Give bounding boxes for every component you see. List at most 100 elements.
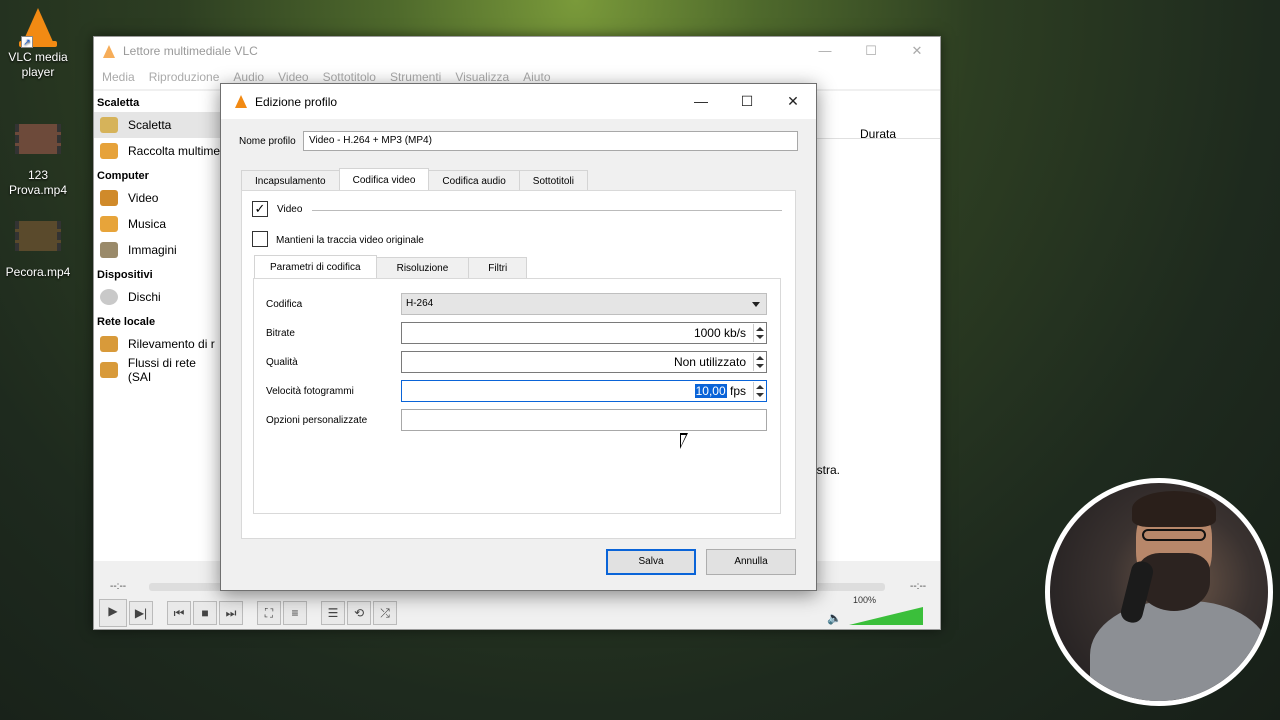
sidebar-item-label: Dischi	[128, 290, 161, 304]
desktop-icon-label: 123	[27, 168, 49, 182]
subtab-filtri[interactable]: Filtri	[468, 257, 528, 278]
playlist-hint-text: istra.	[814, 463, 841, 477]
play-icon[interactable]: ▶	[99, 599, 127, 627]
spin-arrows-icon[interactable]	[753, 353, 765, 371]
tab-codifica-video[interactable]: Codifica video	[338, 168, 430, 191]
quality-value: Non utilizzato	[673, 355, 746, 369]
equalizer-icon[interactable]: ≡	[283, 601, 307, 625]
minimize-icon[interactable]: —	[678, 84, 724, 119]
codifica-video-panel: ✓ Video Mantieni la traccia video origin…	[241, 190, 796, 539]
save-button[interactable]: Salva	[606, 549, 696, 575]
group-divider	[312, 210, 782, 211]
maximize-icon[interactable]: ☐	[848, 37, 894, 65]
mouse-cursor-icon	[680, 433, 688, 449]
close-icon[interactable]: ✕	[894, 37, 940, 65]
desktop-icon-label: player	[21, 65, 55, 79]
menu-riproduzione[interactable]: Riproduzione	[149, 70, 220, 84]
column-header-durata[interactable]: Durata	[860, 127, 896, 141]
total-time: --:--	[910, 581, 927, 592]
sidebar-item-raccolta[interactable]: Raccolta multime	[94, 138, 222, 164]
frame-step-icon[interactable]: ▶|	[129, 601, 153, 625]
vlc-logo-icon	[235, 95, 247, 108]
sidebar-header: Computer	[97, 170, 149, 182]
playlist-pane: Durata istra.	[814, 91, 940, 561]
keep-original-label: Mantieni la traccia video originale	[276, 235, 424, 246]
picture-icon	[100, 242, 118, 258]
menu-video[interactable]: Video	[278, 70, 308, 84]
menu-visualizza[interactable]: Visualizza	[455, 70, 509, 84]
tab-codifica-audio[interactable]: Codifica audio	[428, 170, 520, 191]
video-file-icon	[15, 221, 61, 261]
sidebar-item-dischi[interactable]: Dischi	[94, 284, 222, 310]
volume-percent: 100%	[853, 595, 877, 605]
fps-value[interactable]: 10,00	[694, 384, 727, 398]
disc-icon	[100, 289, 118, 305]
subtab-parametri[interactable]: Parametri di codifica	[254, 255, 377, 278]
tab-incapsulamento[interactable]: Incapsulamento	[241, 170, 340, 191]
spin-arrows-icon[interactable]	[753, 324, 765, 342]
loop-icon[interactable]: ⟲	[347, 601, 371, 625]
sidebar-item-label: Raccolta multime	[128, 144, 221, 158]
speaker-icon[interactable]: 🔈	[827, 611, 842, 625]
volume-slider[interactable]: 100%	[849, 595, 923, 627]
next-icon[interactable]: ⏭	[219, 601, 243, 625]
custom-options-input[interactable]	[401, 409, 767, 431]
bitrate-spinbox[interactable]: 1000 kb/s	[401, 322, 767, 344]
fullscreen-icon[interactable]: ⛶	[257, 601, 281, 625]
sidebar-item-musica[interactable]: Musica	[94, 211, 222, 237]
video-file-icon	[15, 124, 61, 164]
menu-strumenti[interactable]: Strumenti	[390, 70, 441, 84]
shuffle-icon[interactable]: ⤮	[373, 601, 397, 625]
video-checkbox-label: Video	[277, 204, 303, 215]
sidebar-item-label: Scaletta	[128, 118, 172, 132]
tab-sottotitoli[interactable]: Sottotitoli	[518, 170, 588, 191]
sidebar-header: Dispositivi	[97, 269, 153, 281]
vlc-titlebar: Lettore multimediale VLC — ☐ ✕	[94, 37, 940, 65]
sidebar-item-label: Rilevamento di r	[128, 337, 215, 351]
maximize-icon[interactable]: ☐	[724, 84, 770, 119]
profile-name-label: Nome profilo	[239, 136, 296, 147]
sidebar-item-immagini[interactable]: Immagini	[94, 237, 222, 263]
subtab-risoluzione[interactable]: Risoluzione	[375, 257, 470, 278]
playlist-toggle-icon[interactable]: ☰	[321, 601, 345, 625]
quality-spinbox[interactable]: Non utilizzato	[401, 351, 767, 373]
sidebar-item-rilevamento[interactable]: Rilevamento di r	[94, 331, 222, 357]
fps-label: Velocità fotogrammi	[266, 386, 354, 397]
keep-original-checkbox[interactable]	[252, 231, 268, 247]
sidebar-item-flussi[interactable]: Flussi di rete (SAI	[94, 356, 222, 384]
quality-label: Qualità	[266, 357, 298, 368]
playlist-sidebar: Scaletta Scaletta Raccolta multime Compu…	[94, 91, 222, 561]
dialog-titlebar: Edizione profilo — ☐ ✕	[221, 84, 816, 119]
profile-edit-dialog: Edizione profilo — ☐ ✕ Nome profilo Vide…	[220, 83, 817, 591]
bitrate-value: 1000 kb/s	[693, 326, 746, 340]
menu-sottotitolo[interactable]: Sottotitolo	[323, 70, 376, 84]
fps-spinbox[interactable]: 10,00 fps	[401, 380, 767, 402]
shortcut-arrow-icon: ↗	[21, 36, 33, 48]
webcam-overlay	[1045, 478, 1273, 706]
menu-aiuto[interactable]: Aiuto	[523, 70, 550, 84]
vlc-window-title: Lettore multimediale VLC	[123, 44, 258, 58]
desktop-icon-vlc[interactable]: ↗ VLC media player	[0, 6, 76, 80]
profile-name-input[interactable]: Video - H.264 + MP3 (MP4)	[303, 131, 798, 151]
video-checkbox[interactable]: ✓	[252, 201, 268, 217]
bitrate-label: Bitrate	[266, 328, 295, 339]
desktop-icon-prova[interactable]: 123 Prova.mp4	[0, 118, 76, 198]
desktop-icon-label: Pecora.mp4	[5, 265, 71, 279]
sidebar-header: Scaletta	[97, 97, 140, 109]
stop-icon[interactable]: ■	[193, 601, 217, 625]
sidebar-item-scaletta[interactable]: Scaletta	[94, 112, 222, 138]
spin-arrows-icon[interactable]	[753, 382, 765, 400]
menu-audio[interactable]: Audio	[233, 70, 264, 84]
desktop-icon-pecora[interactable]: Pecora.mp4	[0, 215, 76, 280]
minimize-icon[interactable]: —	[802, 37, 848, 65]
playlist-icon	[100, 117, 118, 133]
elapsed-time: --:--	[110, 581, 127, 592]
close-icon[interactable]: ✕	[770, 84, 816, 119]
previous-icon[interactable]: ⏮	[167, 601, 191, 625]
sidebar-item-label: Video	[128, 191, 159, 205]
cancel-button[interactable]: Annulla	[706, 549, 796, 575]
codec-select[interactable]: H-264	[401, 293, 767, 315]
sidebar-item-video[interactable]: Video	[94, 185, 222, 211]
menu-media[interactable]: Media	[102, 70, 135, 84]
sidebar-item-label: Musica	[128, 217, 167, 231]
